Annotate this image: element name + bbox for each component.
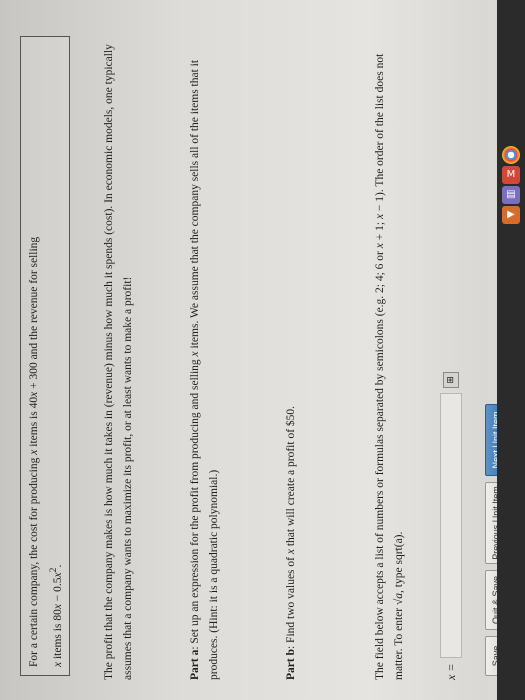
- var-x: x: [285, 549, 297, 555]
- part-b-text: that will create a profit of $50.: [285, 405, 297, 550]
- field-text: The field below accepts a list of number…: [374, 248, 386, 680]
- problem-text: items is 80: [51, 609, 64, 662]
- answer-input[interactable]: [440, 393, 462, 658]
- play-icon[interactable]: ▶: [502, 206, 520, 224]
- answer-row: x = ⊞: [440, 280, 466, 680]
- var-x: x: [189, 351, 201, 357]
- answer-label: x =: [444, 663, 458, 680]
- page: For a certain company, the cost for prod…: [0, 0, 525, 700]
- part-b-question: Part b: Find two values of x that will c…: [282, 20, 301, 680]
- exponent: 2: [48, 567, 59, 573]
- problem-text: For a certain company, the cost for prod…: [28, 454, 40, 667]
- part-b-text: : Find two values of: [285, 554, 297, 650]
- var-x: x: [51, 604, 64, 610]
- profit-explanation: The profit that the company makes is how…: [103, 44, 134, 680]
- part-a-label: Part a: [189, 649, 201, 680]
- part-a-question: Part a: Set up an expression for the pro…: [186, 20, 224, 680]
- problem-text: .: [51, 564, 64, 568]
- var-x: x: [28, 449, 40, 455]
- part-a-text: : Set up an expression for the profit fr…: [189, 356, 201, 650]
- problem-text: items is 40: [28, 396, 40, 450]
- field-instructions: The field below accepts a list of number…: [371, 20, 409, 680]
- app-icon[interactable]: ▤: [502, 186, 520, 204]
- chrome-icon[interactable]: [502, 146, 520, 164]
- var-x: x: [28, 391, 40, 397]
- problem-text: − 0.5: [51, 577, 64, 605]
- problem-text: + 300 and the revenue for selling: [28, 236, 40, 392]
- question-content: For a certain company, the cost for prod…: [0, 0, 525, 700]
- problem-statement-box: For a certain company, the cost for prod…: [20, 36, 70, 676]
- field-text: , type sqrt(a).: [393, 531, 405, 593]
- taskbar: M ▤ ▶: [497, 0, 525, 700]
- var-x: x: [374, 243, 386, 249]
- var-x: x: [51, 572, 64, 578]
- var-x: x: [374, 213, 386, 220]
- gmail-icon[interactable]: M: [502, 166, 520, 184]
- var-x: x: [51, 661, 64, 667]
- part-b-label: Part b: [285, 649, 297, 680]
- field-text: + 1;: [374, 219, 386, 244]
- var-a: a: [393, 592, 405, 599]
- preview-icon[interactable]: ⊞: [443, 372, 459, 388]
